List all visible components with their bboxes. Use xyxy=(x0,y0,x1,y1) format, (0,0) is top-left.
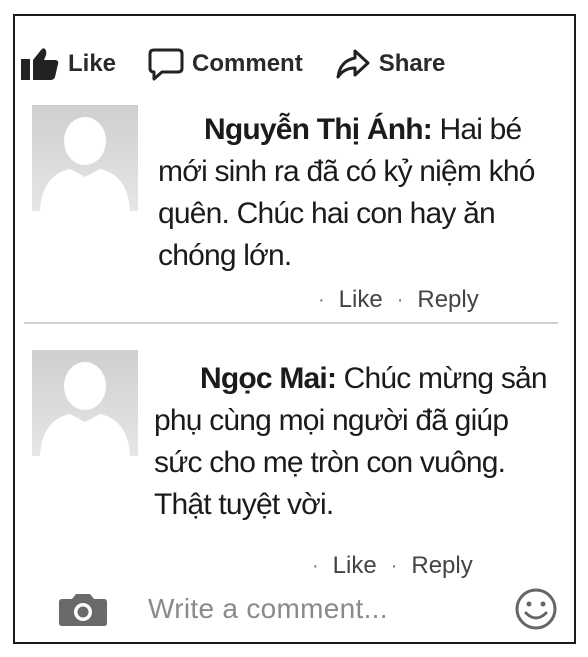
share-button[interactable]: Share xyxy=(335,48,446,80)
comment-input[interactable]: Write a comment... xyxy=(148,593,388,625)
camera-icon[interactable] xyxy=(58,591,108,627)
share-icon xyxy=(336,49,370,79)
thumbs-up-icon xyxy=(21,48,59,80)
comment-like-link[interactable]: Like xyxy=(339,286,383,314)
like-button[interactable]: Like xyxy=(20,47,116,81)
avatar-placeholder[interactable] xyxy=(32,105,138,211)
comment-icon xyxy=(148,48,184,81)
comment-meta: · Like · Reply xyxy=(318,286,479,314)
comment-like-link[interactable]: Like xyxy=(333,552,377,580)
like-label: Like xyxy=(68,50,117,77)
comment-author[interactable]: Ngọc Mai: xyxy=(154,362,337,395)
comment-reply-link[interactable]: Reply xyxy=(411,552,472,580)
comment-meta: · Like · Reply xyxy=(312,552,473,580)
user-silhouette-icon xyxy=(32,105,138,211)
share-label: Share xyxy=(378,50,446,77)
comment-divider xyxy=(24,322,558,324)
comment-author[interactable]: Nguyễn Thị Ánh: xyxy=(158,113,433,146)
comment-body: Ngọc Mai: Chúc mừng sản phụ cùng mọi ngư… xyxy=(154,358,554,526)
smiley-icon[interactable] xyxy=(514,587,558,631)
comment-reply-link[interactable]: Reply xyxy=(417,286,478,314)
post-actions-bar: Like Comment Share xyxy=(20,42,477,86)
comment-body: Nguyễn Thị Ánh: Hai bé mới sinh ra đã có… xyxy=(158,109,558,277)
avatar-placeholder[interactable] xyxy=(32,350,138,456)
comment-button[interactable]: Comment xyxy=(148,47,303,81)
comment-composer: Write a comment... xyxy=(58,585,568,633)
comment-label: Comment xyxy=(192,50,303,77)
user-silhouette-icon xyxy=(32,350,138,456)
